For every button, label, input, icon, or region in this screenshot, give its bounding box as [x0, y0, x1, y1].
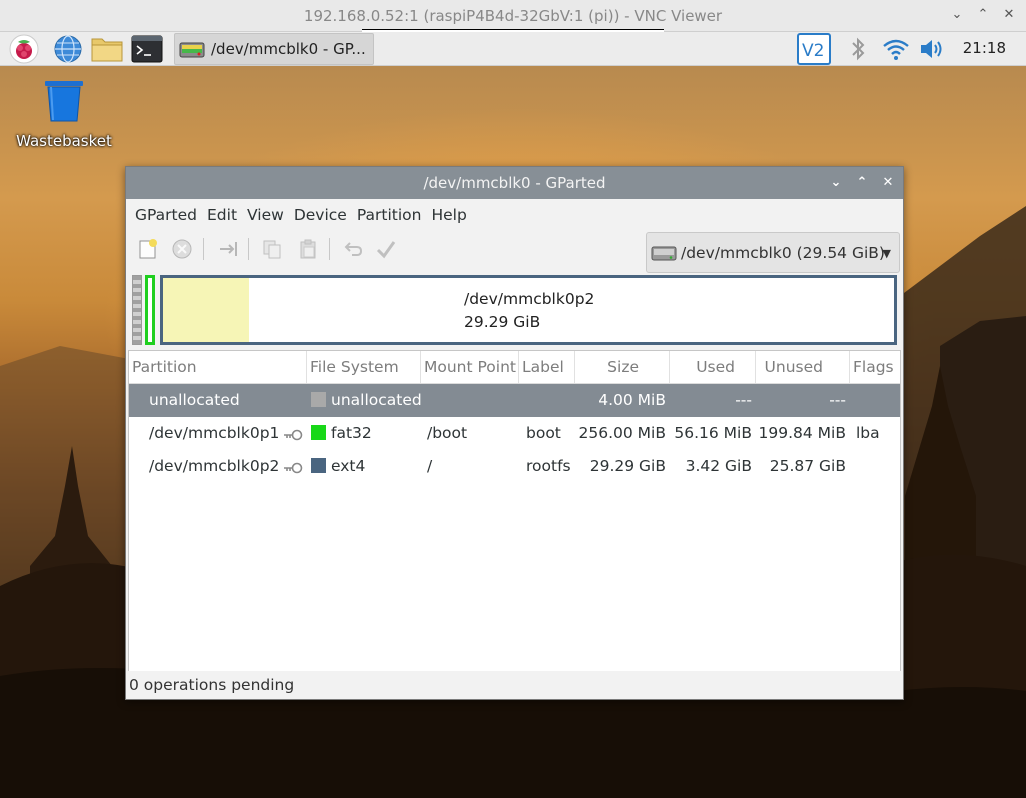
cell-mount: /boot	[427, 424, 468, 442]
cell-used: ---	[735, 391, 752, 409]
taskbar: /dev/mmcblk0 - GP... V2 21:18	[0, 32, 1026, 66]
window-title: /dev/mmcblk0 - GParted	[423, 174, 606, 192]
filesystem-color-swatch	[311, 425, 326, 440]
apply-icon[interactable]	[372, 235, 400, 263]
column-header-flags[interactable]: Flags	[850, 351, 902, 383]
trash-icon	[45, 81, 83, 122]
svg-text:V2: V2	[802, 41, 824, 61]
cell-label: boot	[526, 424, 561, 442]
dropdown-arrow-icon: ▼	[882, 247, 891, 260]
window-title-bar[interactable]: /dev/mmcblk0 - GParted ⌄ ⌃ ✕	[126, 167, 903, 199]
cell-used: 3.42 GiB	[685, 457, 752, 475]
key-icon	[283, 427, 303, 441]
gparted-window: /dev/mmcblk0 - GParted ⌄ ⌃ ✕ GParted Edi…	[125, 166, 904, 700]
partition-map-unallocated[interactable]	[132, 275, 142, 345]
cell-size: 256.00 MiB	[578, 424, 666, 442]
filesystem-color-swatch	[311, 458, 326, 473]
close-icon[interactable]: ✕	[1002, 6, 1016, 24]
menu-device[interactable]: Device	[289, 206, 352, 224]
partition-map-p2-size: 29.29 GiB	[464, 313, 541, 331]
column-header-unused[interactable]: Unused	[756, 351, 850, 383]
menu-partition[interactable]: Partition	[352, 206, 427, 224]
partition-map-p2-used-fill	[163, 278, 249, 342]
file-manager-icon[interactable]	[91, 33, 123, 65]
menu-view[interactable]: View	[242, 206, 289, 224]
maximize-icon[interactable]: ⌃	[976, 6, 990, 24]
cell-size: 29.29 GiB	[589, 457, 666, 475]
wastebasket-label: Wastebasket	[16, 132, 112, 150]
menu-help[interactable]: Help	[426, 206, 471, 224]
bluetooth-icon[interactable]	[842, 33, 874, 65]
partition-map: /dev/mmcblk0p2 29.29 GiB	[132, 275, 897, 345]
cell-unused: ---	[829, 391, 846, 409]
partition-map-p2[interactable]: /dev/mmcblk0p2 29.29 GiB	[160, 275, 897, 345]
column-header-size[interactable]: Size	[575, 351, 670, 383]
column-header-used[interactable]: Used	[670, 351, 756, 383]
delete-partition-icon[interactable]	[168, 235, 196, 263]
cell-mount	[427, 384, 517, 417]
vnc-title-bar: 192.168.0.52:1 (raspiP4B4d-32GbV:1 (pi))…	[0, 0, 1026, 32]
minimize-icon[interactable]: ⌄	[950, 6, 964, 24]
key-icon	[283, 460, 303, 474]
cell-fs: fat32	[311, 417, 421, 450]
device-selector-label: /dev/mmcblk0 (29.54 GiB)	[681, 243, 885, 262]
resize-move-icon[interactable]	[214, 235, 242, 263]
cell-size: 4.00 MiB	[598, 391, 666, 409]
table-row[interactable]: /dev/mmcblk0p1 fat32/boot boot 256.00 MiB 56…	[129, 417, 900, 450]
column-header-mount-point[interactable]: Mount Point	[421, 351, 519, 383]
cell-unused: 199.84 MiB	[758, 424, 846, 442]
cell-partition: /dev/mmcblk0p2	[149, 457, 280, 475]
copy-icon[interactable]	[258, 235, 286, 263]
wifi-icon[interactable]	[880, 33, 912, 65]
gparted-icon	[179, 42, 205, 58]
partition-table: Partition File System Mount Point Label …	[128, 350, 901, 672]
table-body: unallocated unallocated 4.00 MiB --- --- /dev…	[129, 384, 900, 483]
clock: 21:18	[962, 39, 1006, 57]
new-partition-icon[interactable]	[134, 235, 162, 263]
toolbar: /dev/mmcblk0 (29.54 GiB) ▼	[126, 231, 903, 273]
menu-edit[interactable]: Edit	[202, 206, 242, 224]
maximize-icon[interactable]: ⌃	[855, 174, 869, 192]
cell-fs: ext4	[311, 450, 421, 483]
cell-flags: lba	[856, 424, 880, 442]
table-header: Partition File System Mount Point Label …	[129, 351, 900, 384]
cell-partition: unallocated	[149, 391, 240, 409]
cell-unused: 25.87 GiB	[769, 457, 846, 475]
cell-label	[526, 384, 576, 417]
status-bar: 0 operations pending	[126, 671, 903, 699]
partition-map-p2-name: /dev/mmcblk0p2	[464, 290, 595, 308]
volume-icon[interactable]	[917, 33, 949, 65]
close-icon[interactable]: ✕	[881, 174, 895, 192]
disk-icon	[651, 246, 677, 260]
menu-bar: GParted Edit View Device Partition Help	[126, 199, 903, 231]
cell-flags	[856, 384, 896, 417]
device-selector[interactable]: /dev/mmcblk0 (29.54 GiB) ▼	[646, 232, 900, 273]
table-row[interactable]: unallocated unallocated 4.00 MiB --- ---	[129, 384, 900, 417]
vnc-title: 192.168.0.52:1 (raspiP4B4d-32GbV:1 (pi))…	[303, 6, 723, 25]
wastebasket-desktop-icon[interactable]: Wastebasket	[14, 78, 114, 150]
cell-flags	[856, 450, 896, 483]
web-browser-icon[interactable]	[52, 33, 84, 65]
table-row[interactable]: /dev/mmcblk0p2 ext4 / rootfs 29.29 GiB 3.42 G…	[129, 450, 900, 483]
cell-mount: /	[427, 457, 433, 475]
filesystem-color-swatch	[311, 392, 326, 407]
paste-icon[interactable]	[294, 235, 322, 263]
vnc-server-icon[interactable]: V2	[797, 33, 831, 65]
cell-label: rootfs	[526, 457, 571, 475]
taskbar-item-label: /dev/mmcblk0 - GP...	[211, 40, 366, 58]
cell-partition: /dev/mmcblk0p1	[149, 424, 280, 442]
terminal-icon[interactable]	[131, 33, 163, 65]
menu-gparted[interactable]: GParted	[130, 206, 202, 224]
taskbar-item-gparted[interactable]: /dev/mmcblk0 - GP...	[174, 33, 374, 65]
undo-icon[interactable]	[339, 235, 367, 263]
column-header-label[interactable]: Label	[519, 351, 575, 383]
column-header-file-system[interactable]: File System	[307, 351, 421, 383]
raspberry-menu-icon[interactable]	[8, 33, 40, 65]
cell-used: 56.16 MiB	[674, 424, 752, 442]
cell-fs: unallocated	[311, 384, 422, 417]
partition-map-p1[interactable]	[145, 275, 155, 345]
minimize-icon[interactable]: ⌄	[829, 174, 843, 192]
column-header-partition[interactable]: Partition	[129, 351, 307, 383]
